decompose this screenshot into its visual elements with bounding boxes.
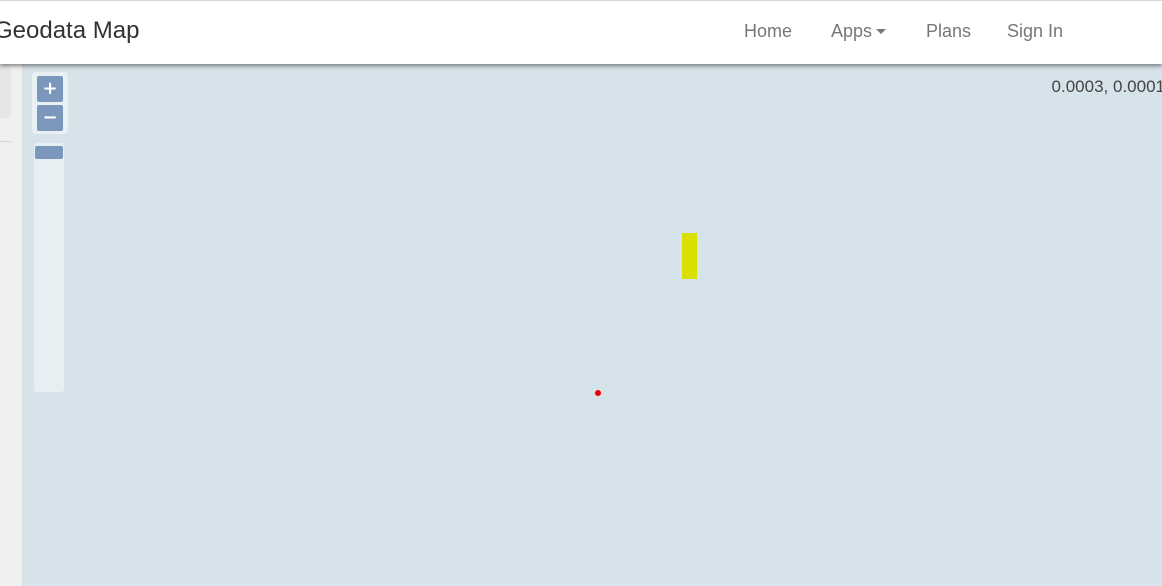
zoom-slider-track[interactable] <box>34 143 64 392</box>
top-navbar: Geodata Map Home Apps Plans Sign In <box>0 0 1162 64</box>
zoom-out-button[interactable]: − <box>37 105 63 131</box>
map-feature-point[interactable] <box>595 390 601 396</box>
side-panel-tab[interactable] <box>0 64 11 118</box>
nav-apps-label: Apps <box>831 21 873 41</box>
mouse-position-readout: 0.0003, 0.0001 <box>1051 77 1162 96</box>
zoom-in-button[interactable]: + <box>37 76 63 102</box>
nav-signin-link[interactable]: Sign In <box>1007 21 1063 42</box>
side-panel <box>0 64 23 586</box>
caret-down-icon <box>876 28 887 34</box>
map-viewport[interactable]: + − 0.0003, 0.0001 <box>23 64 1162 586</box>
map-feature-polygon[interactable] <box>682 233 697 279</box>
nav-plans-link[interactable]: Plans <box>926 21 971 42</box>
nav-apps-dropdown[interactable]: Apps <box>831 21 887 42</box>
side-panel-divider <box>0 141 11 142</box>
brand-title[interactable]: Geodata Map <box>0 17 139 45</box>
nav-home-link[interactable]: Home <box>744 21 792 42</box>
zoom-slider-thumb[interactable] <box>35 146 63 159</box>
